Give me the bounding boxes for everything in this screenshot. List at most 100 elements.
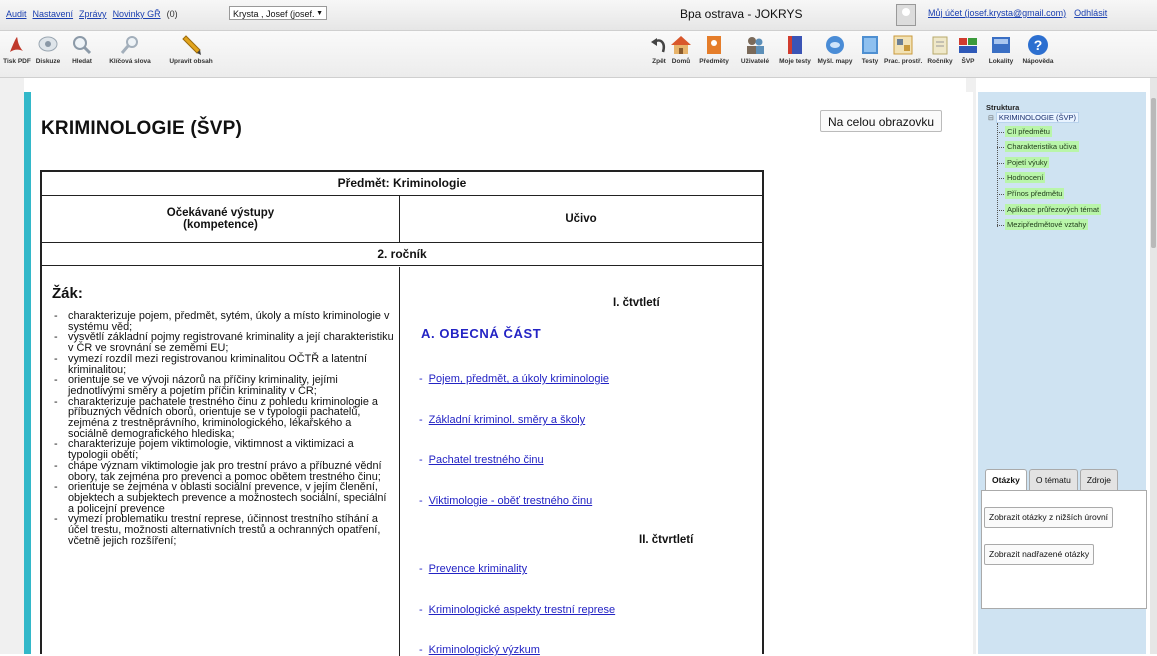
workspace-icon bbox=[892, 34, 914, 56]
list-item: vymezí rozdíl mezi registrovanou krimina… bbox=[54, 353, 394, 375]
list-item: orientuje se ve vývoji názorů na příčiny… bbox=[54, 375, 394, 397]
quarter-1-heading: I. čtvtletí bbox=[613, 297, 660, 309]
keywords-button[interactable]: Klíčová slova bbox=[104, 34, 156, 65]
topic-link[interactable]: Pachatel trestného činu bbox=[429, 454, 544, 466]
show-lower-questions-button[interactable]: Zobrazit otázky z nižších úrovní bbox=[984, 507, 1114, 528]
tests-button[interactable]: Testy bbox=[858, 34, 882, 65]
outcomes-header-line2: (kompetence) bbox=[183, 219, 258, 231]
search-button[interactable]: Hledat bbox=[66, 34, 98, 65]
outcomes-list: charakterizuje pojem, předmět, sytém, úk… bbox=[54, 310, 394, 546]
home-button[interactable]: Domů bbox=[668, 34, 694, 65]
locations-button[interactable]: Lokality bbox=[984, 34, 1018, 65]
subjects-button[interactable]: Předměty bbox=[694, 34, 734, 65]
audit-link[interactable]: Audit bbox=[6, 9, 27, 19]
outcomes-header: Očekávané výstupy (kompetence) bbox=[42, 196, 400, 242]
tree-item[interactable]: Charakteristika učiva bbox=[997, 141, 1079, 152]
help-label: Nápověda bbox=[1022, 58, 1054, 65]
tree-item[interactable]: Hodnocení bbox=[996, 172, 1046, 183]
users-label: Uživatelé bbox=[740, 58, 770, 65]
avatar[interactable] bbox=[896, 4, 916, 26]
list-item: charakterizuje pojem viktimologie, vikti… bbox=[54, 439, 394, 461]
topic-link[interactable]: Základní kriminol. směry a školy bbox=[429, 414, 586, 426]
tree-item[interactable]: Přínos předmětu bbox=[996, 188, 1065, 199]
help-button[interactable]: ? Nápověda bbox=[1020, 34, 1056, 65]
tree-item[interactable]: Aplikace průřezových témat bbox=[996, 204, 1102, 215]
list-item: orientuje se zejména v oblasti sociální … bbox=[54, 482, 394, 514]
top-menu-bar: Audit Nastavení Zprávy Novinky GŘ (0) Kr… bbox=[0, 0, 1157, 31]
pencil-icon bbox=[180, 34, 202, 56]
toolbar: Tisk PDF Diskuze Hledat Klíčová slova Up… bbox=[0, 31, 1157, 78]
show-parent-questions-button[interactable]: Zobrazit nadřazené otázky bbox=[984, 544, 1095, 565]
outcomes-header-line1: Očekávané výstupy bbox=[166, 207, 275, 219]
edit-content-button[interactable]: Upravit obsah bbox=[162, 34, 220, 65]
messages-link[interactable]: Zprávy bbox=[79, 9, 107, 19]
topic-item: - Prevence kriminality bbox=[419, 563, 528, 575]
my-tests-button[interactable]: Moje testy bbox=[776, 34, 814, 65]
tree-item[interactable]: Cíl předmětu bbox=[997, 126, 1052, 137]
tree-item-label: Charakteristika učiva bbox=[1005, 141, 1079, 152]
tab-questions[interactable]: Otázky bbox=[985, 469, 1027, 491]
settings-link[interactable]: Nastavení bbox=[33, 9, 74, 19]
keywords-label: Klíčová slova bbox=[109, 58, 151, 65]
chevron-down-icon: ▼ bbox=[316, 10, 323, 17]
user-select-value: Krysta , Josef (josef. bbox=[233, 9, 315, 19]
subjects-icon bbox=[703, 34, 725, 56]
header-row: Očekávané výstupy (kompetence) Učivo bbox=[42, 196, 762, 243]
list-item: charakterizuje pachatele trestného činu … bbox=[54, 396, 394, 440]
tree-item-label: Hodnocení bbox=[1005, 172, 1046, 183]
back-button[interactable]: Zpět bbox=[648, 34, 670, 65]
print-pdf-button[interactable]: Tisk PDF bbox=[2, 34, 32, 65]
discussion-button[interactable]: Diskuze bbox=[31, 34, 65, 65]
tab-sources[interactable]: Zdroje bbox=[1079, 469, 1118, 491]
subjects-label: Předměty bbox=[699, 58, 729, 65]
tab-about-topic[interactable]: O tématu bbox=[1028, 469, 1078, 491]
list-item: vymezí problematiku trestní represe, úči… bbox=[54, 514, 394, 546]
list-item: vysvětlí základní pojmy registrované kri… bbox=[54, 332, 394, 354]
subject-row: Předmět: Kriminologie bbox=[42, 172, 762, 196]
fullscreen-button[interactable]: Na celou obrazovku bbox=[820, 110, 943, 132]
mind-maps-button[interactable]: Myšl. mapy bbox=[814, 34, 856, 65]
svp-button[interactable]: ŠVP bbox=[956, 34, 980, 65]
my-account-link[interactable]: Můj účet (josef.krysta@gmail.com) bbox=[928, 8, 1066, 18]
structure-title: Struktura bbox=[986, 103, 1020, 112]
news-link[interactable]: Novinky GŘ bbox=[113, 9, 161, 19]
tree-item-label: Pojetí výuky bbox=[1005, 157, 1050, 168]
tests-label: Testy bbox=[861, 58, 879, 65]
workspace-label: Prac. prostř. bbox=[884, 58, 923, 65]
grade-row: 2. ročník bbox=[42, 243, 762, 266]
chat-icon bbox=[37, 34, 59, 56]
topic-link[interactable]: Pojem, předmět, a úkoly kriminologie bbox=[429, 373, 609, 385]
topic-item: - Kriminologický výzkum bbox=[419, 644, 540, 656]
locations-label: Lokality bbox=[988, 58, 1014, 65]
search-label: Hledat bbox=[72, 58, 92, 65]
topic-link[interactable]: Viktimologie - oběť trestného činu bbox=[429, 495, 593, 507]
tree-item[interactable]: Mezipředmětové vztahy bbox=[996, 219, 1089, 230]
mind-map-icon bbox=[824, 34, 846, 56]
scrollbar[interactable] bbox=[1150, 78, 1157, 654]
home-label: Domů bbox=[671, 58, 691, 65]
topic-item: - Pachatel trestného činu bbox=[419, 454, 544, 466]
scrollbar-thumb[interactable] bbox=[1151, 98, 1156, 248]
users-button[interactable]: Uživatelé bbox=[735, 34, 775, 65]
curriculum-table: Předmět: Kriminologie Očekávané výstupy … bbox=[40, 170, 764, 656]
list-item: chápe význam viktimologie jak pro trestn… bbox=[54, 460, 394, 482]
locations-icon bbox=[990, 34, 1012, 56]
tree-toggle-icon: ⊟ bbox=[988, 115, 994, 122]
key-search-icon bbox=[119, 34, 141, 56]
tree-root[interactable]: ⊟ KRIMINOLOGIE (ŠVP) bbox=[988, 112, 1079, 123]
tree-item[interactable]: Pojetí výuky bbox=[996, 157, 1050, 168]
topic-link[interactable]: Kriminologický výzkum bbox=[429, 644, 540, 656]
news-count: (0) bbox=[166, 9, 178, 19]
users-icon bbox=[744, 34, 766, 56]
workspace-button[interactable]: Prac. prostř. bbox=[884, 34, 922, 65]
topic-link[interactable]: Prevence kriminality bbox=[429, 563, 527, 575]
tree-item-label: Cíl předmětu bbox=[1005, 126, 1052, 137]
topic-item: - Pojem, předmět, a úkoly kriminologie bbox=[419, 373, 610, 385]
back-icon bbox=[648, 34, 670, 56]
grades-button[interactable]: Ročníky bbox=[926, 34, 954, 65]
logout-link[interactable]: Odhlásit bbox=[1074, 8, 1107, 18]
my-tests-label: Moje testy bbox=[779, 58, 811, 65]
tree-item-label: Mezipředmětové vztahy bbox=[1005, 219, 1089, 230]
user-select[interactable]: Krysta , Josef (josef. ▼ bbox=[229, 6, 327, 20]
topic-link[interactable]: Kriminologické aspekty trestní represe bbox=[429, 604, 615, 616]
